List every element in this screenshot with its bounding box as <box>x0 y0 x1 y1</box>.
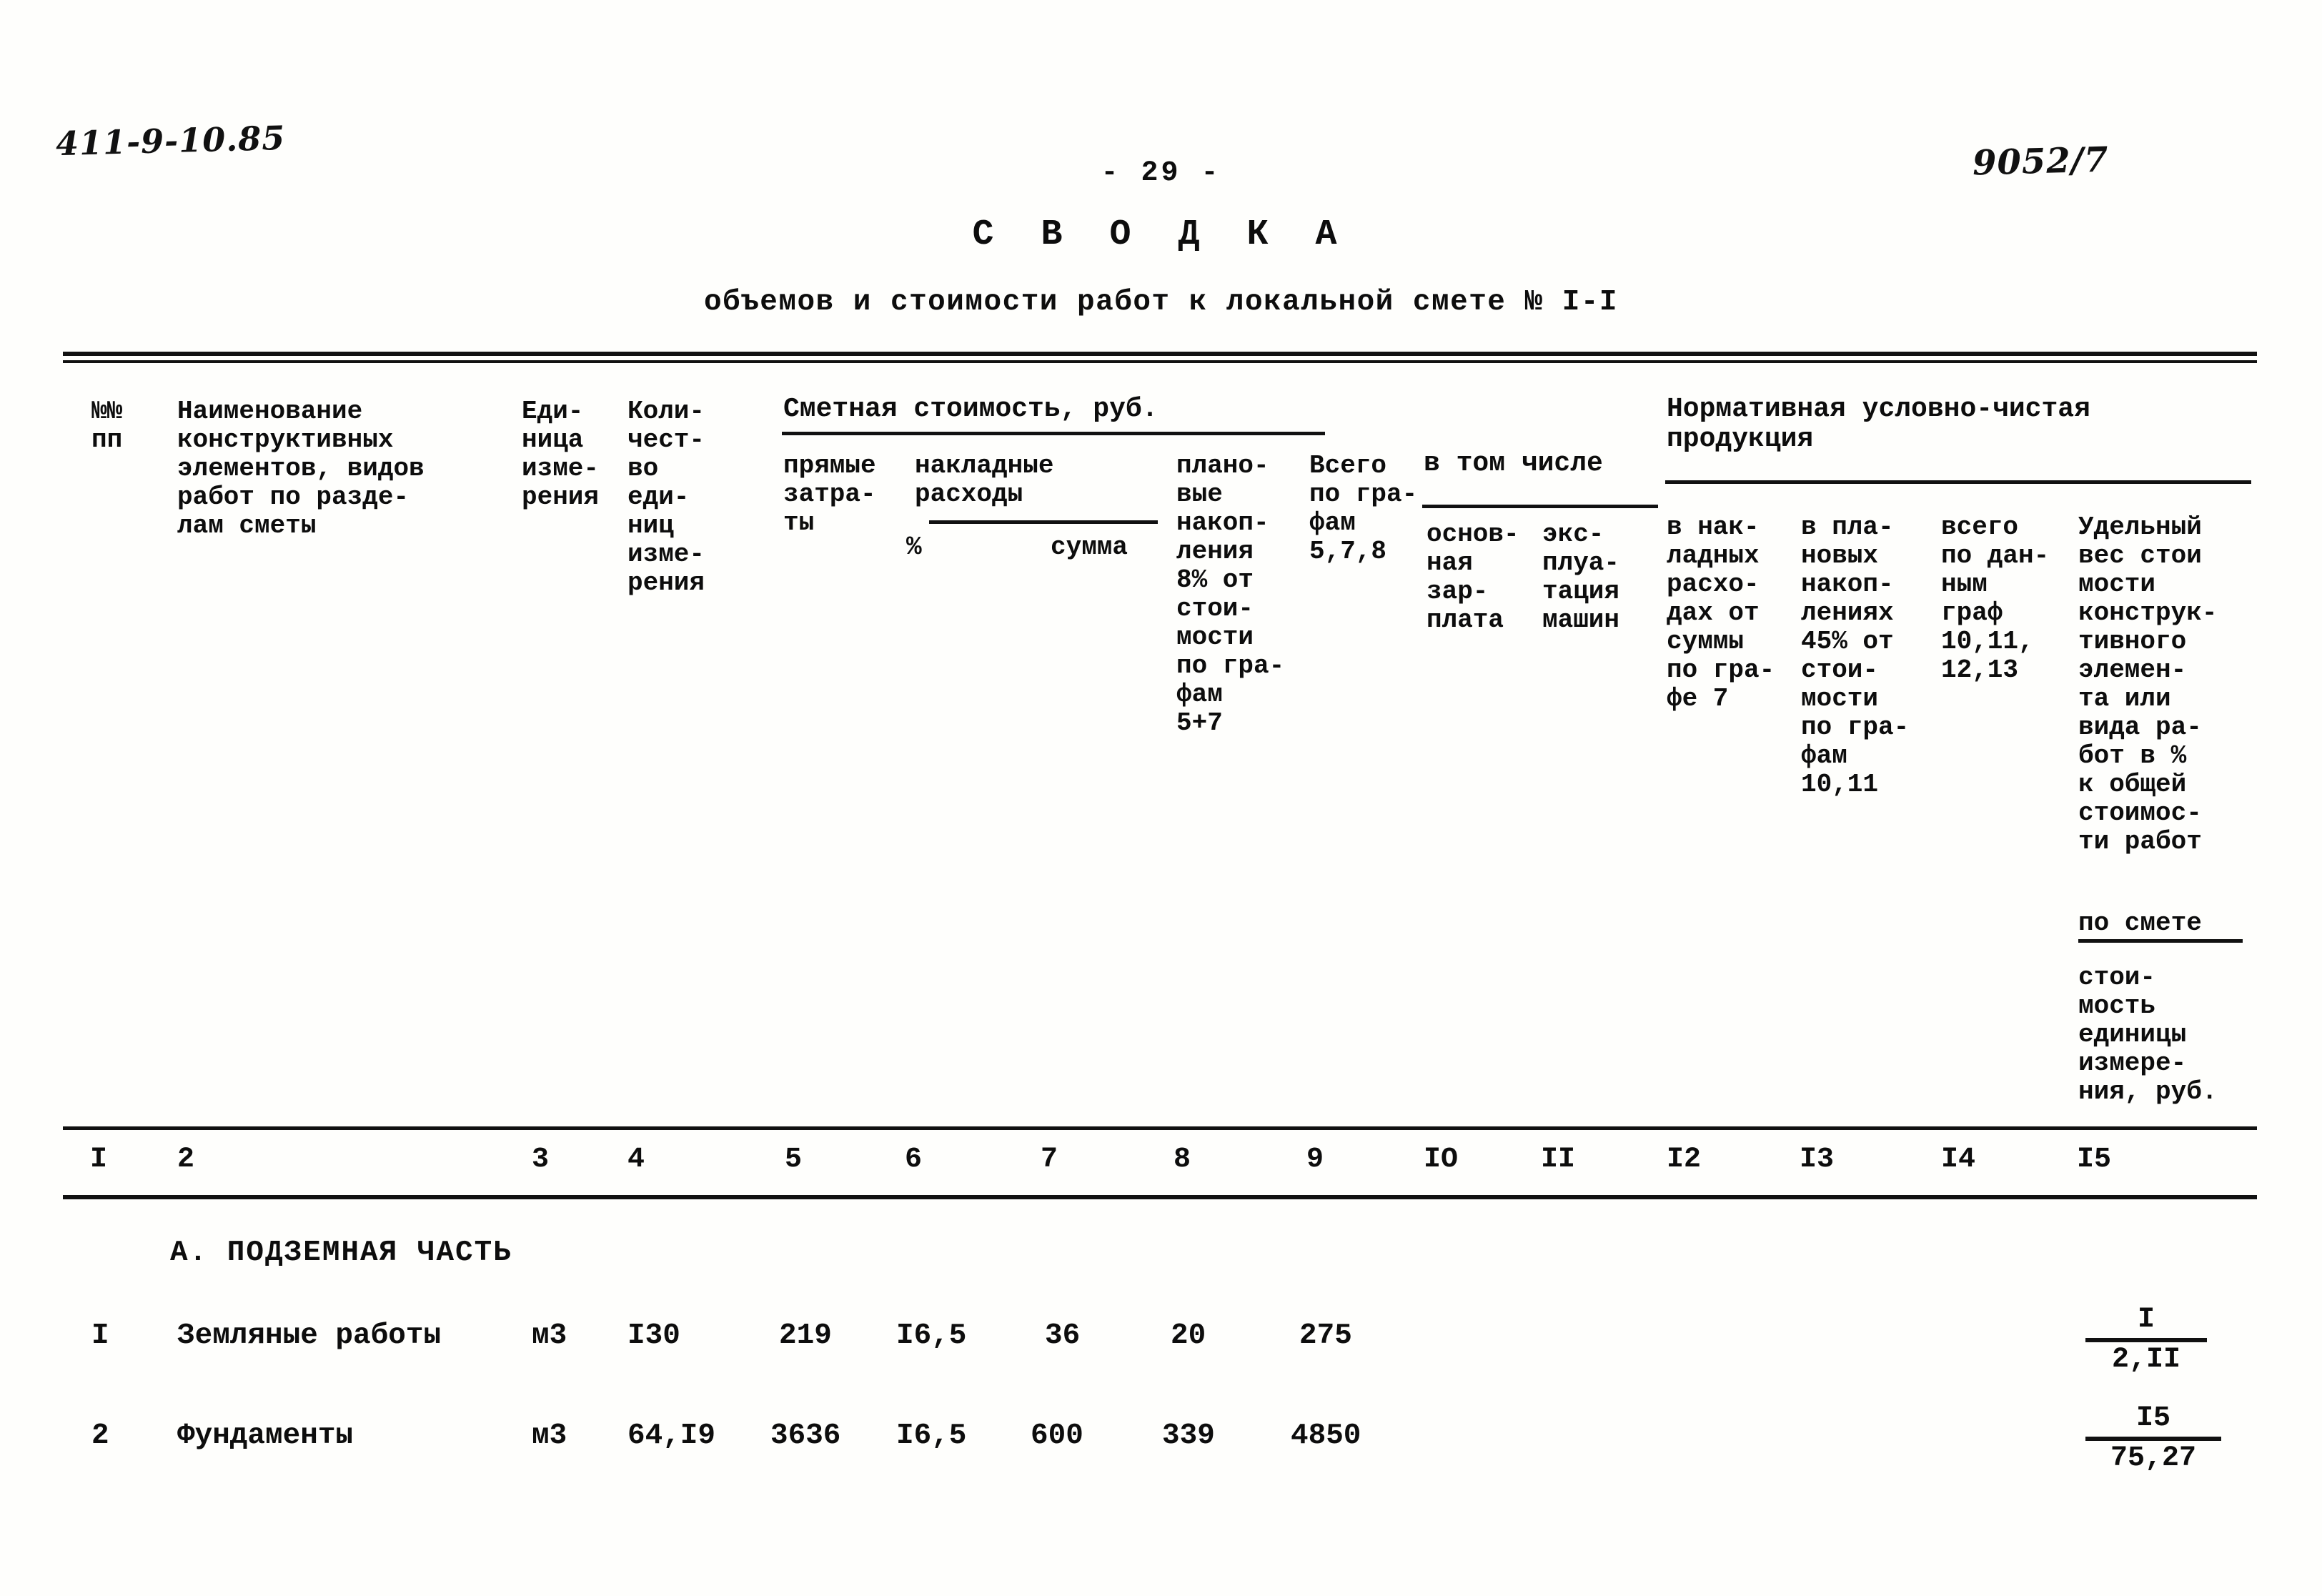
table-row-share-fraction: I5 75,27 <box>2085 1402 2221 1475</box>
section-heading: А. ПОДЗЕМНАЯ ЧАСТЬ <box>170 1236 512 1269</box>
column-number-15: I5 <box>2077 1144 2112 1176</box>
column-number-7: 7 <box>1041 1144 1058 1176</box>
header-overhead-rule <box>929 520 1158 524</box>
fraction-bar <box>2085 1338 2207 1342</box>
table-row: 339 <box>1162 1419 1215 1452</box>
header-group-normative-net-output: Нормативная условно-чистая продукция <box>1667 394 2090 455</box>
table-row: м3 <box>532 1319 567 1352</box>
table-row: Фундаменты <box>177 1419 354 1452</box>
header-col-6-7-label: накладные расходы <box>915 451 1054 509</box>
share-numerator: I5 <box>2135 1402 2170 1434</box>
header-group-estimated-cost: Сметная стоимость, руб. <box>783 394 1158 425</box>
header-col-7: сумма <box>1051 532 1128 562</box>
column-number-8: 8 <box>1174 1144 1191 1176</box>
header-col-2: Наименование конструктивных элементов, в… <box>177 397 425 540</box>
document-subtitle: объемов и стоимости работ к локальной см… <box>703 286 1619 319</box>
column-number-9: 9 <box>1306 1144 1324 1176</box>
header-col-14: всего по дан- ным граф 10,11, 12,13 <box>1941 512 2050 685</box>
header-col-1: №№ пп <box>91 397 123 455</box>
table-row: м3 <box>532 1419 567 1452</box>
header-group-including: в том числе <box>1424 448 1603 479</box>
header-col-13: в пла- новых накоп- лениях 45% от стои- … <box>1801 512 1910 799</box>
header-col-4: Коли- чест- во еди- ниц изме- рения <box>627 397 705 598</box>
header-col-5: прямые затра- ты <box>783 451 876 537</box>
header-col-15-part-b: стои- мость единицы измере- ния, руб. <box>2078 963 2218 1106</box>
header-col-10: основ- ная зар- плата <box>1427 520 1519 635</box>
column-number-4: 4 <box>627 1144 645 1176</box>
document-title: С В О Д К А <box>972 214 1350 255</box>
header-col-8: плано- вые накоп- ления 8% от стои- мост… <box>1176 451 1285 738</box>
handwritten-code-top-left: 411-9-10.85 <box>55 118 286 164</box>
table-row: Земляные работы <box>177 1319 442 1352</box>
table-row: I <box>91 1319 109 1352</box>
column-number-3: 3 <box>532 1144 550 1176</box>
header-group-normative-net-output-rule <box>1665 480 2251 484</box>
page-number: - 29 - <box>1101 157 1221 189</box>
column-number-1: I <box>90 1144 108 1176</box>
share-denominator: 2,II <box>2111 1344 2180 1376</box>
column-numbers-bottom-rule <box>63 1195 2257 1199</box>
header-col-3: Еди- ница изме- рения <box>522 397 600 512</box>
header-group-including-rule <box>1422 505 1658 508</box>
column-numbers-top-rule <box>63 1126 2257 1130</box>
header-col-12: в нак- ладных расхо- дах от суммы по гра… <box>1667 512 1775 713</box>
table-top-rule-2 <box>63 360 2257 363</box>
header-col-11: экс- плуа- тация машин <box>1542 520 1620 635</box>
column-number-12: I2 <box>1667 1144 1702 1176</box>
column-number-2: 2 <box>177 1144 195 1176</box>
header-col-15-part-a: Удельный вес стои мости конструк- тивног… <box>2078 512 2218 856</box>
table-row: 4850 <box>1291 1419 1361 1452</box>
share-denominator: 75,27 <box>2110 1442 2197 1474</box>
column-number-10: IO <box>1424 1144 1459 1176</box>
column-number-5: 5 <box>785 1144 803 1176</box>
column-number-14: I4 <box>1941 1144 1976 1176</box>
table-row: I6,5 <box>896 1419 967 1452</box>
table-row: I30 <box>627 1319 680 1352</box>
fraction-bar <box>2085 1437 2221 1441</box>
share-numerator: I <box>2137 1304 2155 1336</box>
header-col-9: Всего по гра- фам 5,7,8 <box>1309 451 1418 566</box>
document-page: 411-9-10.85 9052/7 - 29 - С В О Д К А об… <box>0 0 2322 1596</box>
header-col-6: % <box>906 532 922 562</box>
table-row: I6,5 <box>896 1319 967 1352</box>
table-row: 2 <box>91 1419 109 1452</box>
table-row: 20 <box>1171 1319 1206 1352</box>
table-row: 64,I9 <box>627 1419 716 1452</box>
column-number-13: I3 <box>1800 1144 1835 1176</box>
table-row: 3636 <box>770 1419 841 1452</box>
table-row: 600 <box>1031 1419 1083 1452</box>
table-row: 36 <box>1045 1319 1081 1352</box>
table-row-share-fraction: I 2,II <box>2085 1304 2207 1377</box>
header-group-estimated-cost-rule <box>782 432 1325 435</box>
header-col-15-by-estimate: по смете <box>2078 909 2243 943</box>
table-row: 275 <box>1299 1319 1352 1352</box>
column-number-6: 6 <box>905 1144 923 1176</box>
table-top-rule <box>63 352 2257 356</box>
column-number-11: II <box>1541 1144 1576 1176</box>
table-row: 219 <box>779 1319 832 1352</box>
